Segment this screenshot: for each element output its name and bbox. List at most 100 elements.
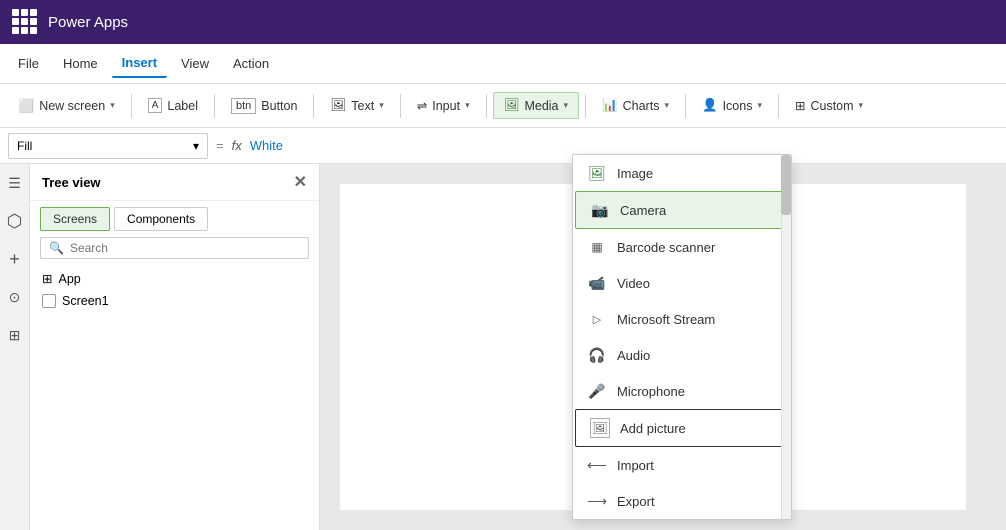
tree-header: Tree view ✕ bbox=[30, 164, 319, 201]
app-label: App bbox=[58, 272, 80, 286]
screen-icon bbox=[42, 294, 56, 308]
app-grid-icon[interactable] bbox=[12, 9, 38, 35]
hamburger-icon[interactable]: ☰ bbox=[4, 172, 26, 194]
divider-5 bbox=[486, 94, 487, 118]
text-icon: 🖼 bbox=[330, 98, 346, 113]
charts-button[interactable]: 📊 Charts ▾ bbox=[592, 93, 679, 118]
dropdown-import[interactable]: ⟵ Import bbox=[573, 447, 791, 483]
fill-label: Fill bbox=[17, 139, 32, 153]
input-label: Input bbox=[432, 99, 460, 113]
text-button[interactable]: 🖼 Text ▾ bbox=[320, 93, 393, 118]
custom-label: Custom bbox=[810, 99, 853, 113]
tree-search[interactable]: 🔍 bbox=[40, 237, 309, 259]
text-chevron: ▾ bbox=[379, 100, 384, 111]
label-button[interactable]: A Label bbox=[138, 93, 208, 118]
menu-file[interactable]: File bbox=[8, 50, 49, 77]
camera-icon: 📷 bbox=[590, 200, 610, 220]
divider-6 bbox=[585, 94, 586, 118]
app-title: Power Apps bbox=[48, 14, 128, 31]
export-label: Export bbox=[617, 494, 655, 509]
new-screen-icon: ⬜ bbox=[18, 98, 34, 114]
custom-icon: ⊞ bbox=[795, 98, 805, 113]
input-icon: ⇌ bbox=[417, 98, 427, 113]
dropdown-scrollbar-track[interactable] bbox=[781, 155, 791, 519]
fill-dropdown[interactable]: Fill ▾ bbox=[8, 133, 208, 159]
dropdown-audio[interactable]: 🎧 Audio bbox=[573, 337, 791, 373]
divider-4 bbox=[400, 94, 401, 118]
media-dropdown: 🖼 Image 📷 Camera ▦ Barcode scanner 📹 Vid… bbox=[572, 154, 792, 520]
menu-bar: File Home Insert View Action bbox=[0, 44, 1006, 84]
addpicture-label: Add picture bbox=[620, 421, 686, 436]
toolbar: ⬜ New screen ▾ A Label btn Button 🖼 Text… bbox=[0, 84, 1006, 128]
charts-chevron: ▾ bbox=[664, 100, 669, 111]
menu-view[interactable]: View bbox=[171, 50, 219, 77]
button-button[interactable]: btn Button bbox=[221, 93, 307, 119]
charts-icon: 📊 bbox=[602, 98, 618, 113]
divider-3 bbox=[313, 94, 314, 118]
image-icon: 🖼 bbox=[587, 163, 607, 183]
tree-close-button[interactable]: ✕ bbox=[294, 172, 307, 192]
tree-title: Tree view bbox=[42, 175, 101, 190]
icons-button[interactable]: 👤 Icons ▾ bbox=[692, 93, 772, 118]
button-icon: btn bbox=[231, 98, 256, 114]
import-icon: ⟵ bbox=[587, 455, 607, 475]
microphone-label: Microphone bbox=[617, 384, 685, 399]
export-icon: ⟶ bbox=[587, 491, 607, 511]
custom-button[interactable]: ⊞ Custom ▾ bbox=[785, 93, 873, 118]
layers-icon[interactable]: ⬡ bbox=[4, 210, 26, 232]
divider-8 bbox=[778, 94, 779, 118]
components-icon[interactable]: ⊞ bbox=[4, 324, 26, 346]
fill-chevron: ▾ bbox=[193, 139, 199, 153]
label-text: Label bbox=[167, 99, 198, 113]
import-label: Import bbox=[617, 458, 654, 473]
dropdown-microphone[interactable]: 🎤 Microphone bbox=[573, 373, 791, 409]
dropdown-export[interactable]: ⟶ Export bbox=[573, 483, 791, 519]
canvas-area: 🖼 Image 📷 Camera ▦ Barcode scanner 📹 Vid… bbox=[320, 164, 1006, 530]
tree-item-screen1[interactable]: Screen1 bbox=[30, 290, 319, 312]
formula-bar: Fill ▾ = fx White bbox=[0, 128, 1006, 164]
input-chevron: ▾ bbox=[465, 100, 470, 111]
screen1-label: Screen1 bbox=[62, 294, 109, 308]
addpicture-icon: 🖼 bbox=[590, 418, 610, 438]
search-input[interactable] bbox=[70, 241, 300, 255]
dropdown-camera[interactable]: 📷 Camera bbox=[575, 191, 789, 229]
menu-home[interactable]: Home bbox=[53, 50, 108, 77]
input-button[interactable]: ⇌ Input ▾ bbox=[407, 93, 480, 118]
dropdown-barcode[interactable]: ▦ Barcode scanner bbox=[573, 229, 791, 265]
video-icon: 📹 bbox=[587, 273, 607, 293]
stream-label: Microsoft Stream bbox=[617, 312, 715, 327]
media-chevron: ▾ bbox=[564, 100, 569, 111]
menu-insert[interactable]: Insert bbox=[112, 49, 167, 78]
fx-label: fx bbox=[232, 138, 242, 153]
left-sidebar: ☰ ⬡ + ⊙ ⊞ bbox=[0, 164, 30, 530]
tree-item-app[interactable]: ⊞ App bbox=[30, 267, 319, 290]
media-icon: 🖼 bbox=[504, 98, 520, 113]
equals-sign: = bbox=[216, 138, 224, 153]
tab-components[interactable]: Components bbox=[114, 207, 208, 231]
new-screen-button[interactable]: ⬜ New screen ▾ bbox=[8, 93, 125, 119]
divider-1 bbox=[131, 94, 132, 118]
label-icon: A bbox=[148, 98, 163, 113]
custom-chevron: ▾ bbox=[859, 100, 864, 111]
plus-icon[interactable]: + bbox=[4, 248, 26, 270]
data-icon[interactable]: ⊙ bbox=[4, 286, 26, 308]
stream-icon: ▷ bbox=[587, 309, 607, 329]
audio-label: Audio bbox=[617, 348, 650, 363]
dropdown-addpicture[interactable]: 🖼 Add picture bbox=[575, 409, 789, 447]
icons-chevron: ▾ bbox=[757, 100, 762, 111]
dropdown-scrollbar-thumb[interactable] bbox=[781, 155, 791, 215]
media-button[interactable]: 🖼 Media ▾ bbox=[493, 92, 579, 119]
dropdown-stream[interactable]: ▷ Microsoft Stream bbox=[573, 301, 791, 337]
barcode-icon: ▦ bbox=[587, 237, 607, 257]
tab-screens[interactable]: Screens bbox=[40, 207, 110, 231]
formula-value: White bbox=[250, 138, 283, 153]
charts-label: Charts bbox=[623, 99, 660, 113]
icons-icon: 👤 bbox=[702, 98, 718, 113]
tree-panel: Tree view ✕ Screens Components 🔍 ⊞ App S… bbox=[30, 164, 320, 530]
image-label: Image bbox=[617, 166, 653, 181]
audio-icon: 🎧 bbox=[587, 345, 607, 365]
dropdown-video[interactable]: 📹 Video bbox=[573, 265, 791, 301]
dropdown-image[interactable]: 🖼 Image bbox=[573, 155, 791, 191]
divider-2 bbox=[214, 94, 215, 118]
menu-action[interactable]: Action bbox=[223, 50, 279, 77]
